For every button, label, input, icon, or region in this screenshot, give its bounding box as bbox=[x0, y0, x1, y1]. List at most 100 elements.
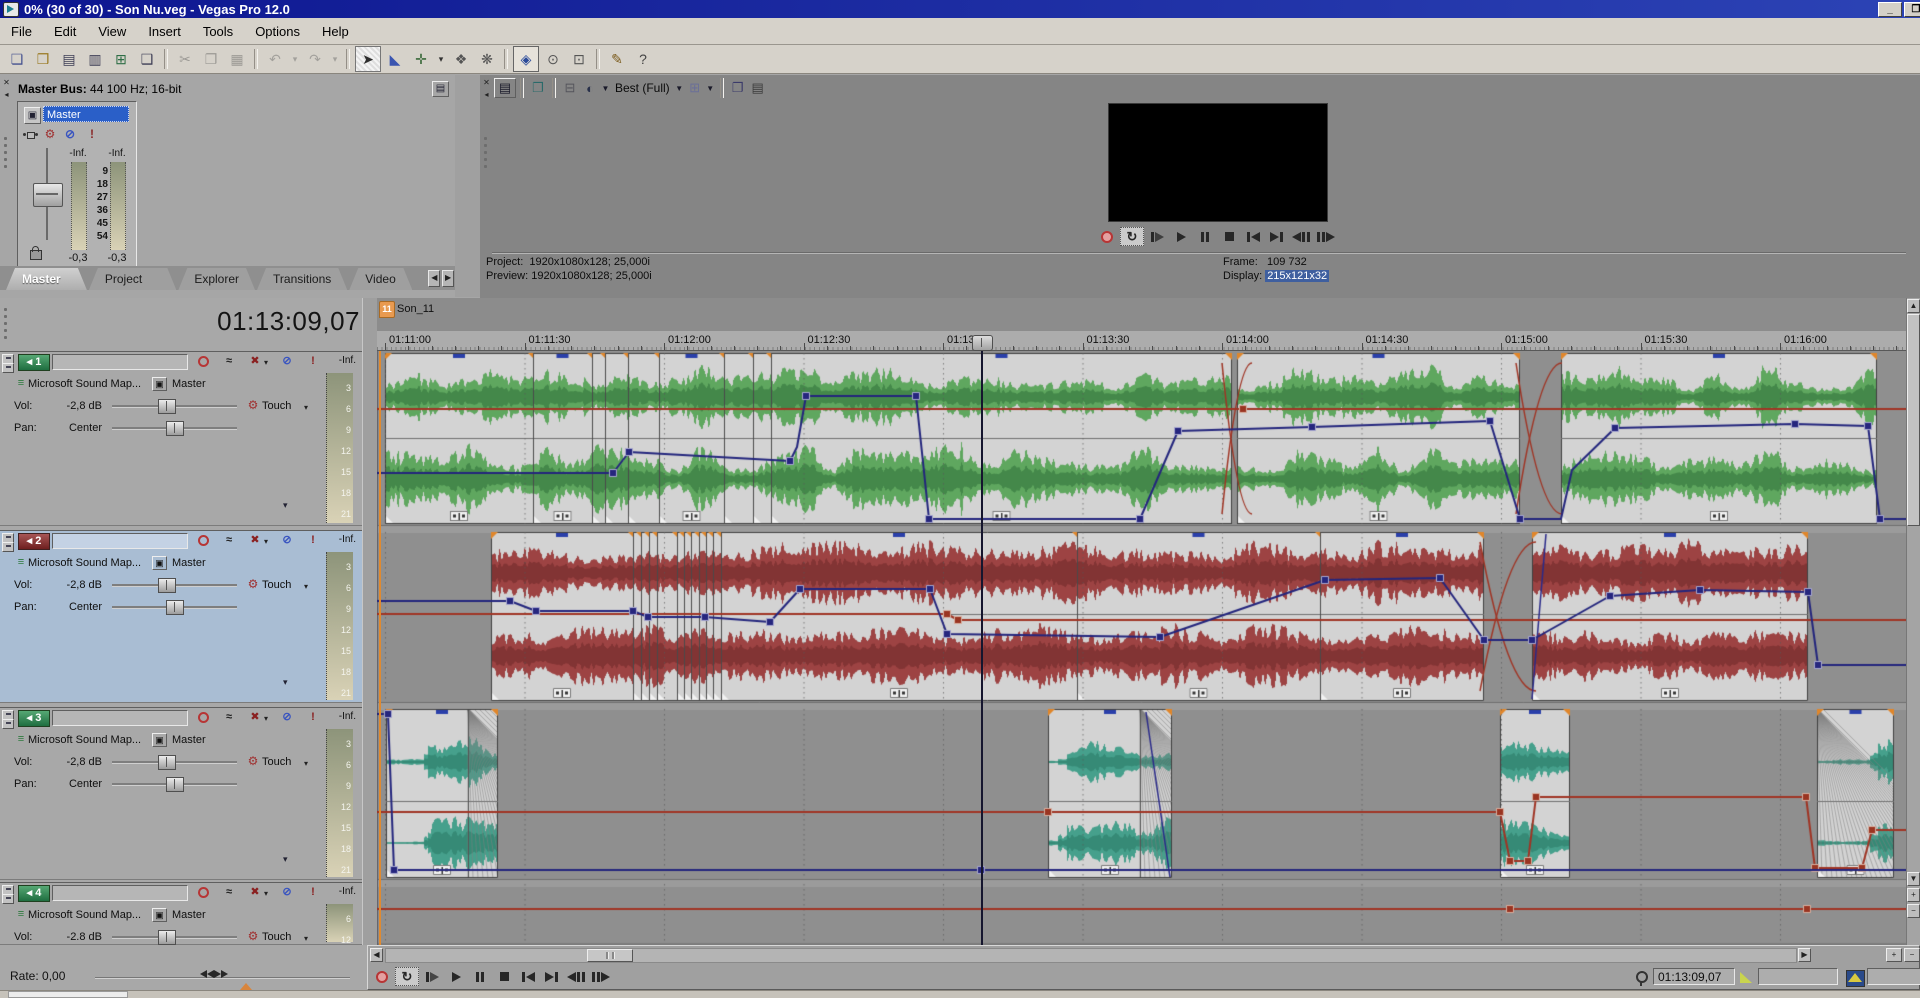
mute-icon[interactable]: ✖ bbox=[246, 710, 264, 725]
pan-value[interactable]: Center bbox=[50, 778, 102, 790]
track-header-4[interactable]: ◂ 4≈✖▾⊘!-Inf.612≡Microsoft Sound Map...▣… bbox=[0, 882, 362, 945]
zoom-edit-tool-icon[interactable]: ❖ bbox=[449, 47, 473, 71]
vertical-scroll-thumb[interactable] bbox=[1907, 314, 1920, 526]
dock-grip[interactable] bbox=[484, 133, 488, 172]
bus-name[interactable]: Master bbox=[172, 378, 206, 390]
menu-item-help[interactable]: Help bbox=[311, 21, 360, 42]
vol-slider-handle[interactable] bbox=[158, 755, 176, 770]
master-bus-icon[interactable]: ▣ bbox=[24, 107, 41, 124]
track-expand-icon[interactable]: ▾ bbox=[283, 854, 288, 865]
edit-tool-dropdown-icon[interactable]: ▾ bbox=[435, 47, 447, 71]
cursor-pin-icon[interactable] bbox=[1636, 971, 1648, 983]
automation-mode[interactable]: Touch bbox=[262, 579, 291, 591]
phase-invert-icon[interactable]: ! bbox=[304, 533, 322, 548]
chevron-down-icon[interactable]: ▼ bbox=[600, 84, 611, 93]
record-arm-icon[interactable] bbox=[198, 356, 209, 367]
render-as-icon[interactable]: ▥ bbox=[83, 47, 107, 71]
main-play-from-start-button[interactable] bbox=[421, 968, 443, 985]
mute-icon[interactable]: ⊘ bbox=[62, 127, 78, 141]
vol-value[interactable]: -2.8 dB bbox=[50, 931, 102, 943]
solo-icon[interactable]: ⊘ bbox=[278, 710, 296, 725]
menu-item-edit[interactable]: Edit bbox=[43, 21, 87, 42]
dock-pin-icon[interactable]: ◂ bbox=[2, 90, 11, 99]
menu-item-view[interactable]: View bbox=[87, 21, 137, 42]
panel-splitter[interactable] bbox=[455, 75, 480, 297]
chevron-down-icon[interactable]: ▾ bbox=[264, 358, 268, 367]
new-project-icon[interactable]: ❏ bbox=[5, 47, 29, 71]
track-envelope-icon[interactable]: ≈ bbox=[220, 710, 238, 725]
chevron-down-icon[interactable]: ▾ bbox=[264, 714, 268, 723]
pan-slider-handle[interactable] bbox=[166, 600, 184, 615]
redo-icon[interactable]: ↷ bbox=[303, 47, 327, 71]
menu-item-options[interactable]: Options bbox=[244, 21, 311, 42]
timeline-tracks-canvas[interactable] bbox=[377, 351, 1906, 945]
zoom-out-time-icon[interactable]: − bbox=[1904, 948, 1920, 962]
track-restore-button[interactable] bbox=[2, 719, 14, 729]
preview-loop-playback-button[interactable]: ↻ bbox=[1120, 227, 1144, 246]
solo-icon[interactable]: ⊘ bbox=[278, 354, 296, 369]
external-monitor-icon[interactable]: ❐ bbox=[528, 79, 548, 97]
close-icon[interactable]: ✕ bbox=[2, 78, 11, 87]
main-go-to-start-button[interactable] bbox=[517, 968, 539, 985]
lock-envelopes-icon[interactable]: ⊡ bbox=[567, 47, 591, 71]
tab-project-media[interactable]: Project Media bbox=[89, 268, 176, 290]
tab-scroll-right-icon[interactable]: ▶ bbox=[442, 270, 454, 287]
bus-assign-icon[interactable]: ▣ bbox=[152, 377, 167, 391]
scroll-up-icon[interactable]: ▲ bbox=[1907, 299, 1920, 313]
vol-value[interactable]: -2,8 dB bbox=[50, 400, 102, 412]
event-group-icon[interactable]: ❋ bbox=[475, 47, 499, 71]
chevron-down-icon[interactable]: ▾ bbox=[304, 403, 308, 412]
record-arm-icon[interactable] bbox=[198, 712, 209, 723]
menu-item-file[interactable]: File bbox=[0, 21, 43, 42]
track-name-field[interactable] bbox=[52, 885, 188, 901]
tab-scroll-left-icon[interactable]: ◀ bbox=[428, 270, 440, 287]
import-media-icon[interactable]: ⊞ bbox=[109, 47, 133, 71]
solo-icon[interactable]: ⊘ bbox=[278, 885, 296, 900]
track-number-badge[interactable]: ◂ 4 bbox=[18, 885, 50, 902]
automation-settings-icon[interactable]: ⚙ bbox=[244, 398, 262, 413]
preview-go-to-end-button[interactable] bbox=[1266, 228, 1288, 245]
main-next-frame-button[interactable] bbox=[589, 968, 611, 985]
copy-icon[interactable]: ❐ bbox=[199, 47, 223, 71]
snapshot-icon[interactable] bbox=[1846, 970, 1865, 987]
pan-slider-handle[interactable] bbox=[166, 421, 184, 436]
main-go-to-end-button[interactable] bbox=[541, 968, 563, 985]
insert-fx-icon[interactable] bbox=[23, 132, 38, 137]
master-bus-name-field[interactable]: Master bbox=[43, 106, 129, 122]
scroll-left-icon[interactable]: ◀ bbox=[370, 948, 383, 962]
chevron-down-icon[interactable]: ▼ bbox=[705, 84, 716, 93]
chevron-down-icon[interactable]: ▾ bbox=[264, 889, 268, 898]
minimize-button[interactable]: _ bbox=[1878, 2, 1902, 17]
split-screen-view-icon[interactable]: ⊟ bbox=[560, 79, 580, 97]
main-loop-playback-button[interactable]: ↻ bbox=[395, 967, 419, 986]
chevron-down-icon[interactable]: ▾ bbox=[304, 759, 308, 768]
pan-value[interactable]: Center bbox=[50, 601, 102, 613]
undo-icon[interactable]: ↶ bbox=[263, 47, 287, 71]
automation-mode[interactable]: Touch bbox=[262, 756, 291, 768]
whats-this-help-icon[interactable]: ? bbox=[631, 47, 655, 71]
preview-record-button[interactable] bbox=[1096, 228, 1118, 245]
chevron-down-icon[interactable]: ▾ bbox=[304, 934, 308, 943]
track-name-field[interactable] bbox=[52, 354, 188, 370]
preview-next-frame-button[interactable] bbox=[1314, 228, 1336, 245]
preview-stop-button[interactable] bbox=[1218, 228, 1240, 245]
bus-name[interactable]: Master bbox=[172, 734, 206, 746]
track-envelope-icon[interactable]: ≈ bbox=[220, 885, 238, 900]
menu-item-insert[interactable]: Insert bbox=[137, 21, 192, 42]
main-pause-button[interactable] bbox=[469, 968, 491, 985]
open-project-icon[interactable]: ❒ bbox=[31, 47, 55, 71]
menu-item-tools[interactable]: Tools bbox=[192, 21, 244, 42]
solo-icon[interactable]: ⊘ bbox=[278, 533, 296, 548]
ripple-edits-icon[interactable]: ⊙ bbox=[541, 47, 565, 71]
preview-quality-icon[interactable]: ◐ bbox=[580, 79, 600, 97]
horizontal-scrollbar[interactable] bbox=[385, 948, 1797, 963]
pan-slider-handle[interactable] bbox=[166, 777, 184, 792]
tab-master-bus[interactable]: Master Bus bbox=[6, 268, 87, 290]
scroll-down-icon[interactable]: ▼ bbox=[1907, 872, 1920, 886]
mute-icon[interactable]: ✖ bbox=[246, 533, 264, 548]
preview-menu-icon[interactable]: ▤ bbox=[494, 78, 516, 98]
bus-assign-icon[interactable]: ▣ bbox=[152, 733, 167, 747]
tab-transitions[interactable]: Transitions bbox=[257, 268, 347, 290]
preview-quality-label[interactable]: Best (Full) bbox=[611, 81, 674, 95]
track-header-3[interactable]: ◂ 3≈✖▾⊘!-Inf.36912151821≡Microsoft Sound… bbox=[0, 707, 362, 880]
